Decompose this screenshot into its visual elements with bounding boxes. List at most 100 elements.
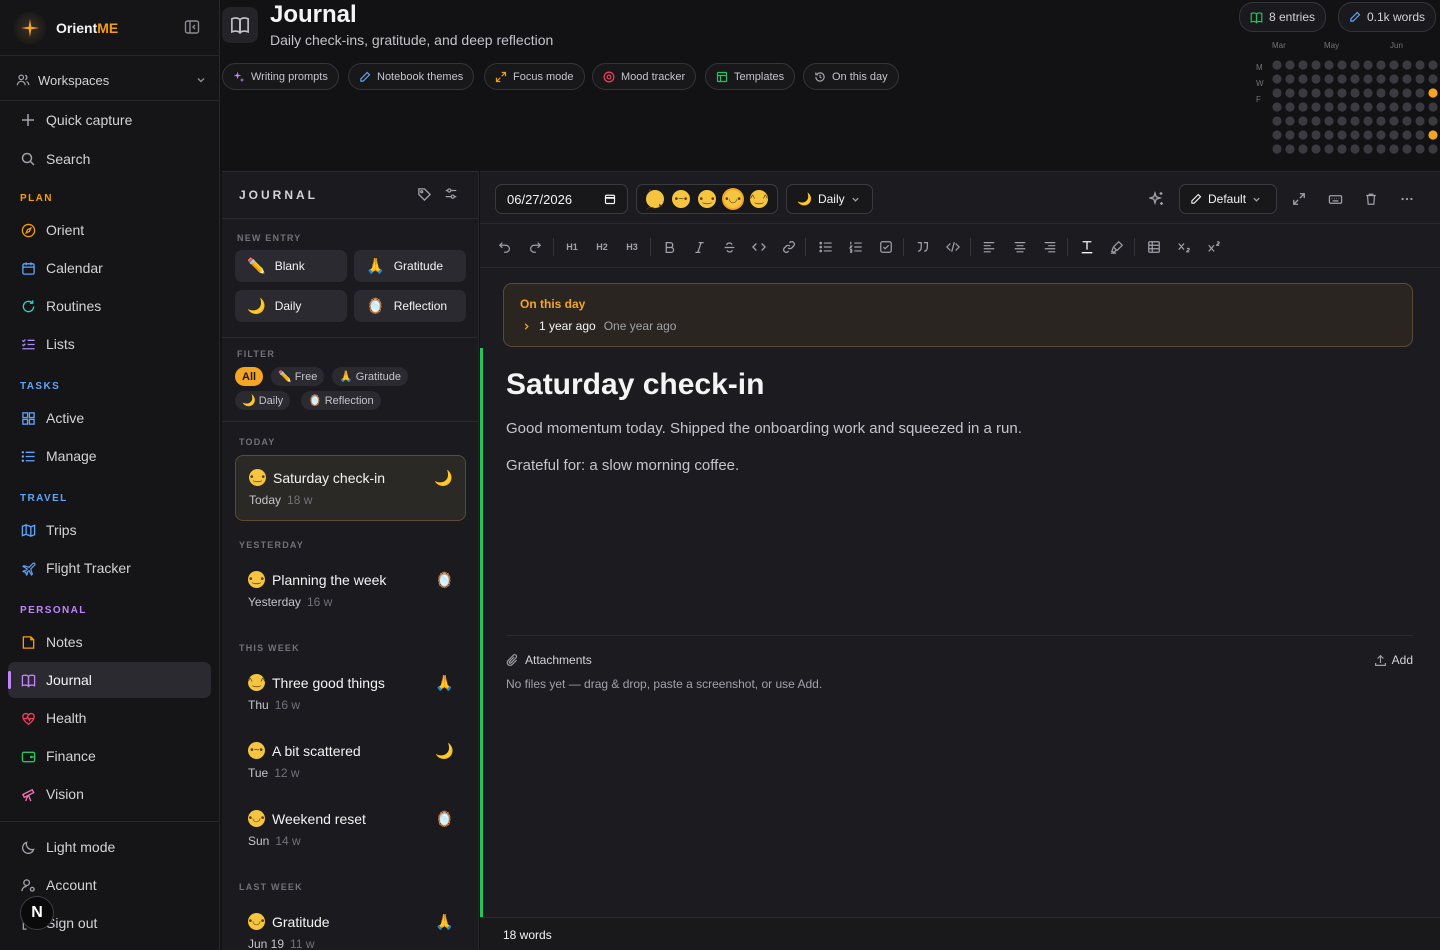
heatmap-cell[interactable] [1272,144,1282,154]
align-center-icon[interactable] [1010,238,1030,256]
focus-mode-chip[interactable]: Focus mode [484,63,585,90]
quote-icon[interactable] [913,238,933,256]
search-button[interactable]: Search [8,141,211,177]
entry-paragraph[interactable]: Good momentum today. Shipped the onboard… [506,420,1022,437]
heatmap-cell[interactable] [1337,60,1347,70]
heatmap-cell[interactable] [1376,144,1386,154]
heatmap-cell[interactable] [1363,60,1373,70]
journal-entry-card[interactable]: •~• A bit scattered Tue 12 w 🌙 [235,729,466,795]
templates-chip[interactable]: Templates [705,63,796,90]
journal-entry-card[interactable]: •◡• Gratitude Jun 19 11 w 🙏 [235,900,466,950]
heatmap-cell[interactable] [1363,116,1373,126]
bullet-list-icon[interactable] [816,238,836,256]
heatmap-cell[interactable] [1402,116,1412,126]
heatmap-cell[interactable] [1350,102,1360,112]
sad-face-icon[interactable]: ◔︵◔ [646,186,664,212]
heatmap-cell[interactable] [1350,130,1360,140]
filter-settings-icon[interactable] [444,187,458,201]
heatmap-cell[interactable] [1285,130,1295,140]
heatmap-cell[interactable] [1285,74,1295,84]
heatmap-cell[interactable] [1337,88,1347,98]
heatmap-cell[interactable] [1324,88,1334,98]
heatmap-cell[interactable] [1298,116,1308,126]
on-this-day-chip[interactable]: On this day [803,63,899,90]
code-block-icon[interactable] [943,238,963,256]
heatmap-cell[interactable] [1376,60,1386,70]
heatmap-cell[interactable] [1298,74,1308,84]
align-right-icon[interactable] [1040,238,1060,256]
new-reflection-entry-button[interactable]: 🪞 Reflection [354,290,466,322]
heatmap-cell[interactable] [1285,144,1295,154]
grinning-face-icon[interactable]: ^‿^ [750,190,768,208]
code-icon[interactable] [749,238,769,256]
heatmap-cell[interactable] [1298,60,1308,70]
heatmap-cell[interactable] [1324,116,1334,126]
heatmap-cell[interactable] [1350,88,1360,98]
sidebar-item-flight-tracker[interactable]: Flight Tracker [8,550,211,586]
heatmap-cell[interactable] [1428,74,1438,84]
undo-icon[interactable] [495,238,515,256]
heatmap-cell[interactable] [1337,116,1347,126]
heading-1-button[interactable]: H1 [562,238,582,256]
heatmap-cell[interactable] [1402,144,1412,154]
heatmap-cell[interactable] [1311,88,1321,98]
heatmap-cell[interactable] [1415,74,1425,84]
heatmap-cell[interactable] [1363,144,1373,154]
heatmap-cell[interactable] [1324,144,1334,154]
checkbox-icon[interactable] [876,238,896,256]
new-blank-entry-button[interactable]: ✏️ Blank [235,250,347,282]
heatmap-cell[interactable] [1311,102,1321,112]
entry-title-heading[interactable]: Saturday check-in [506,368,764,402]
heatmap-cell[interactable] [1376,88,1386,98]
heatmap-cell[interactable] [1389,144,1399,154]
heatmap-cell[interactable] [1402,60,1412,70]
heatmap-cell[interactable] [1376,102,1386,112]
heatmap-cell[interactable] [1285,88,1295,98]
heatmap-cell[interactable] [1350,116,1360,126]
heatmap-cell[interactable] [1272,74,1282,84]
heatmap-cell[interactable] [1415,116,1425,126]
heatmap-cell[interactable] [1324,60,1334,70]
trash-icon[interactable] [1362,190,1380,208]
heatmap-cell[interactable] [1272,102,1282,112]
heatmap-cell[interactable] [1428,130,1438,140]
text-format-icon[interactable] [1077,238,1097,256]
align-left-icon[interactable] [979,238,999,256]
strikethrough-icon[interactable] [719,238,739,256]
heatmap-cell[interactable] [1376,116,1386,126]
heatmap-cell[interactable] [1376,74,1386,84]
heatmap-cell[interactable] [1272,116,1282,126]
heatmap-cell[interactable] [1324,102,1334,112]
heatmap-cell[interactable] [1363,74,1373,84]
journal-entry-card[interactable]: •‿• Planning the week Yesterday 16 w 🪞 [235,558,466,624]
heatmap-cell[interactable] [1376,130,1386,140]
heatmap-cell[interactable] [1415,60,1425,70]
highlighter-icon[interactable] [1107,238,1127,256]
heatmap-cell[interactable] [1285,102,1295,112]
heatmap-cell[interactable] [1415,130,1425,140]
heatmap-cell[interactable] [1311,74,1321,84]
ai-sparkle-icon[interactable] [1148,190,1166,208]
heatmap-cell[interactable] [1272,60,1282,70]
on-this-day-item[interactable]: 1 year ago One year ago [522,319,676,333]
superscript-icon[interactable] [1204,238,1224,256]
heatmap-cell[interactable] [1311,130,1321,140]
add-attachment-button[interactable]: Add [1374,653,1413,667]
heatmap-cell[interactable] [1272,130,1282,140]
sidebar-item-vision[interactable]: Vision [8,776,211,812]
heading-2-button[interactable]: H2 [592,238,612,256]
filter-free-chip[interactable]: ✏️ Free [271,367,325,386]
heatmap-cell[interactable] [1415,102,1425,112]
writing-prompts-chip[interactable]: Writing prompts [222,63,339,90]
heatmap-cell[interactable] [1415,88,1425,98]
heatmap-cell[interactable] [1298,144,1308,154]
heatmap-cell[interactable] [1402,102,1412,112]
heatmap-cell[interactable] [1402,130,1412,140]
heatmap-cell[interactable] [1350,74,1360,84]
new-gratitude-entry-button[interactable]: 🙏 Gratitude [354,250,466,282]
heatmap-cell[interactable] [1324,130,1334,140]
sidebar-item-lists[interactable]: Lists [8,326,211,362]
sidebar-item-routines[interactable]: Routines [8,288,211,324]
heatmap-cell[interactable] [1337,144,1347,154]
heatmap-cell[interactable] [1428,116,1438,126]
